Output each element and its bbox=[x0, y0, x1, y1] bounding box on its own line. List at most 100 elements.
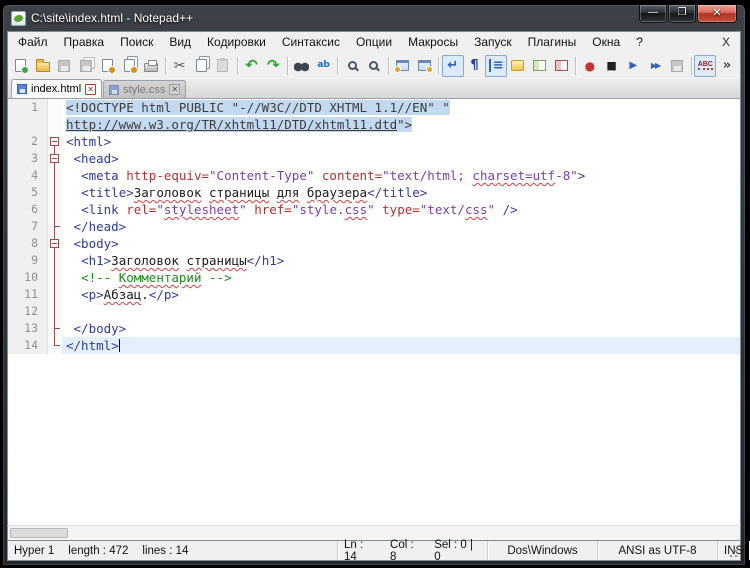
macro-run-multiple-button[interactable]: ▶▶ bbox=[644, 55, 666, 77]
tab-index-html[interactable]: index.html✕ bbox=[11, 79, 102, 98]
document-map-button[interactable] bbox=[529, 55, 551, 77]
code-line-12[interactable]: 12 bbox=[8, 303, 740, 320]
fold-margin[interactable] bbox=[48, 150, 62, 167]
text-caret bbox=[119, 339, 121, 352]
code-line-8[interactable]: 8 <body> bbox=[8, 235, 740, 252]
toolbar-overflow-button[interactable]: » bbox=[716, 55, 738, 77]
title-bar[interactable]: C:\site\index.html - Notepad++ — ❐ ✕ bbox=[7, 5, 741, 31]
menu-item-поиск[interactable]: Поиск bbox=[112, 33, 161, 51]
find-button[interactable] bbox=[291, 55, 313, 77]
fold-margin bbox=[48, 320, 62, 337]
status-cursor-position: Ln : 14 Col : 8 Sel : 0 | 0 bbox=[338, 541, 488, 560]
menu-item-вид[interactable]: Вид bbox=[161, 33, 199, 51]
save-button[interactable] bbox=[53, 55, 75, 77]
user-defined-dialog-button[interactable] bbox=[507, 55, 529, 77]
maximize-button[interactable]: ❐ bbox=[668, 5, 696, 23]
code-line-4[interactable]: 4 <meta http-equiv="Content-Type" conten… bbox=[8, 167, 740, 184]
code-line-5[interactable]: 5 <title>Заголовок страницы для браузера… bbox=[8, 184, 740, 201]
tab-style-css[interactable]: style.css✕ bbox=[103, 80, 186, 98]
document-map-icon bbox=[533, 60, 546, 71]
code-text: http://www.w3.org/TR/xhtml11/DTD/xhtml11… bbox=[62, 116, 740, 133]
macro-run-multiple-icon: ▶▶ bbox=[651, 62, 659, 70]
macro-stop-button[interactable]: ■ bbox=[601, 55, 623, 77]
save-all-button[interactable] bbox=[75, 55, 97, 77]
macro-play-button[interactable]: ▶ bbox=[622, 55, 644, 77]
menubar-close-icon[interactable]: X bbox=[714, 35, 738, 49]
line-number: 5 bbox=[8, 184, 48, 201]
code-line-11[interactable]: 11 <p>Абзац.</p> bbox=[8, 286, 740, 303]
status-bar: Hyper 1 length : 472 lines : 14 Ln : 14 … bbox=[7, 540, 741, 561]
word-wrap-button[interactable]: ↵ bbox=[442, 55, 464, 77]
resize-grip-icon[interactable] bbox=[727, 547, 739, 559]
saved-file-icon bbox=[17, 84, 27, 94]
new-file-button[interactable] bbox=[10, 55, 32, 77]
zoom-out-button[interactable] bbox=[363, 55, 385, 77]
scrollbar-thumb[interactable] bbox=[10, 528, 68, 538]
code-text: <link rel="stylesheet" href="style.css" … bbox=[62, 201, 740, 218]
fold-margin[interactable] bbox=[48, 133, 62, 150]
tab-close-icon[interactable]: ✕ bbox=[85, 84, 96, 95]
code-line-2[interactable]: 2<html> bbox=[8, 133, 740, 150]
line-number bbox=[8, 116, 48, 133]
cut-button[interactable]: ✂ bbox=[169, 55, 191, 77]
function-list-icon bbox=[555, 60, 568, 71]
menu-item-окна[interactable]: Окна bbox=[584, 33, 628, 51]
code-line-7[interactable]: 7 </head> bbox=[8, 218, 740, 235]
redo-button[interactable]: ↷ bbox=[262, 55, 284, 77]
undo-button[interactable]: ↶ bbox=[241, 55, 263, 77]
close-file-button[interactable] bbox=[97, 55, 119, 77]
fold-collapse-icon[interactable] bbox=[50, 137, 59, 146]
fold-margin[interactable] bbox=[48, 235, 62, 252]
code-text: </head> bbox=[62, 218, 740, 235]
macro-record-button[interactable]: ● bbox=[579, 55, 601, 77]
sync-vertical-button[interactable] bbox=[392, 55, 414, 77]
code-line-6[interactable]: 6 <link rel="stylesheet" href="style.css… bbox=[8, 201, 740, 218]
code-line-9[interactable]: 9 <h1>Заголовок страницы</h1> bbox=[8, 252, 740, 269]
notepad-plus-plus-app-icon bbox=[11, 11, 26, 26]
toolbar-separator bbox=[575, 57, 576, 75]
menu-item-синтаксис[interactable]: Синтаксис bbox=[274, 33, 348, 51]
code-line-1[interactable]: 1<!DOCTYPE html PUBLIC "-//W3C//DTD XHTM… bbox=[8, 99, 740, 116]
code-line-13[interactable]: 13 </body> bbox=[8, 320, 740, 337]
open-file-button[interactable] bbox=[32, 55, 54, 77]
spell-check-button[interactable]: ABC bbox=[694, 55, 716, 77]
fold-margin bbox=[48, 99, 62, 116]
close-all-button[interactable] bbox=[118, 55, 140, 77]
menu-item-?[interactable]: ? bbox=[628, 33, 651, 51]
code-line-3[interactable]: 3 <head> bbox=[8, 150, 740, 167]
code-text: <head> bbox=[62, 150, 740, 167]
saved-file-icon bbox=[109, 85, 119, 95]
close-button[interactable]: ✕ bbox=[697, 5, 737, 23]
status-eol-format[interactable]: Dos\Windows bbox=[488, 541, 598, 560]
tab-close-icon[interactable]: ✕ bbox=[169, 84, 180, 95]
menu-item-запуск[interactable]: Запуск bbox=[466, 33, 520, 51]
macro-save-button[interactable] bbox=[666, 55, 688, 77]
print-button[interactable] bbox=[140, 55, 162, 77]
menu-item-кодировки[interactable]: Кодировки bbox=[199, 33, 274, 51]
undo-icon: ↶ bbox=[245, 58, 258, 73]
line-number: 2 bbox=[8, 133, 48, 150]
sync-horizontal-button[interactable] bbox=[413, 55, 435, 77]
fold-collapse-icon[interactable] bbox=[50, 154, 59, 163]
menu-item-файл[interactable]: Файл bbox=[10, 33, 56, 51]
copy-button[interactable] bbox=[190, 55, 212, 77]
menu-item-макросы[interactable]: Макросы bbox=[400, 33, 466, 51]
zoom-in-button[interactable] bbox=[341, 55, 363, 77]
status-length: length : 472 bbox=[68, 545, 128, 557]
show-all-characters-button[interactable]: ¶ bbox=[464, 55, 486, 77]
line-number: 3 bbox=[8, 150, 48, 167]
menu-item-правка[interactable]: Правка bbox=[56, 33, 113, 51]
function-list-button[interactable] bbox=[550, 55, 572, 77]
menu-item-плагины[interactable]: Плагины bbox=[520, 33, 585, 51]
fold-collapse-icon[interactable] bbox=[50, 239, 59, 248]
replace-button[interactable]: ab bbox=[313, 55, 335, 77]
menu-item-опции[interactable]: Опции bbox=[348, 33, 400, 51]
minimize-button[interactable]: — bbox=[639, 5, 667, 23]
status-encoding[interactable]: ANSI as UTF-8 bbox=[598, 541, 718, 560]
code-line-wrap[interactable]: http://www.w3.org/TR/xhtml11/DTD/xhtml11… bbox=[8, 116, 740, 133]
code-line-10[interactable]: 10 <!-- Комментарий --> bbox=[8, 269, 740, 286]
indent-guide-button[interactable]: ≡ bbox=[485, 55, 507, 77]
paste-button[interactable] bbox=[212, 55, 234, 77]
code-line-14[interactable]: 14</html> bbox=[8, 337, 740, 354]
code-editor[interactable]: 1<!DOCTYPE html PUBLIC "-//W3C//DTD XHTM… bbox=[7, 99, 741, 525]
